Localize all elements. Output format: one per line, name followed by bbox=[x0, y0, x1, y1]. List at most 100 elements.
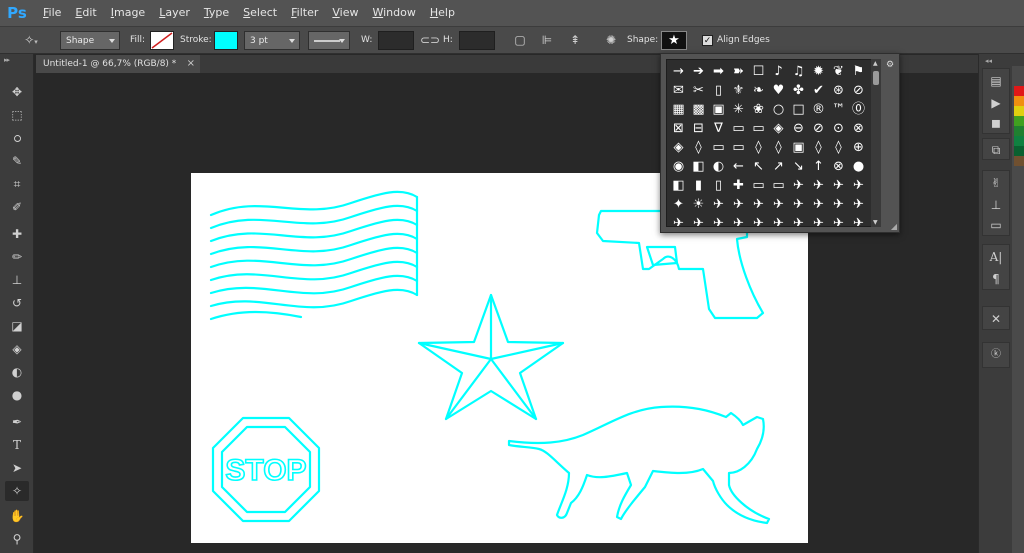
fill-swatch[interactable] bbox=[150, 31, 174, 50]
shape-picker-cell[interactable]: ⚑ bbox=[849, 62, 868, 81]
actions-play-icon[interactable]: ▶ bbox=[983, 93, 1009, 113]
shape-picker-cell[interactable]: ® bbox=[809, 100, 828, 119]
character-panel-icon[interactable]: A| bbox=[983, 247, 1009, 267]
menu-view[interactable]: View bbox=[325, 0, 365, 26]
shape-picker-cell[interactable]: ⓪ bbox=[849, 100, 868, 119]
shape-picker-cell[interactable]: ⊖ bbox=[789, 119, 808, 138]
width-field[interactable] bbox=[378, 31, 414, 50]
swatch-green[interactable] bbox=[1014, 116, 1024, 126]
shape-picker-cell[interactable]: ❦ bbox=[829, 62, 848, 81]
tool-preset-picker[interactable]: ✧▾ bbox=[18, 31, 44, 50]
height-field[interactable] bbox=[459, 31, 495, 50]
blur-tool-icon[interactable]: ◐ bbox=[5, 362, 29, 382]
eraser-tool-icon[interactable]: ◪ bbox=[5, 316, 29, 336]
collapse-icon[interactable]: ◂◂ bbox=[985, 57, 992, 65]
shape-picker-cell[interactable]: ◧ bbox=[689, 157, 708, 176]
shape-picker-cell[interactable]: ✈ bbox=[729, 214, 748, 226]
path-alignment-icon[interactable]: ⊫ bbox=[537, 31, 557, 50]
shape-picker-cell[interactable]: ✈ bbox=[749, 214, 768, 226]
shape-picker-cell[interactable]: ◈ bbox=[669, 138, 688, 157]
shape-picker-cell[interactable]: □ bbox=[789, 100, 808, 119]
shape-picker-cell[interactable]: ✈ bbox=[769, 214, 788, 226]
shape-picker-cell[interactable]: ↖ bbox=[749, 157, 768, 176]
path-arrangement-icon[interactable]: ⇞ bbox=[564, 31, 586, 50]
shape-picker-cell[interactable]: ✂ bbox=[689, 81, 708, 100]
shape-picker-cell[interactable]: ▭ bbox=[769, 176, 788, 195]
shape-picker-cell[interactable]: ∇ bbox=[709, 119, 728, 138]
shape-picker-cell[interactable]: ⊛ bbox=[829, 81, 848, 100]
shape-picker-cell[interactable]: ✈ bbox=[849, 214, 868, 226]
shape-picker-cell[interactable]: ✈ bbox=[829, 176, 848, 195]
color-panel-icon[interactable]: ◼ bbox=[983, 113, 1009, 133]
menu-window[interactable]: Window bbox=[365, 0, 422, 26]
shape-picker-cell[interactable]: ✈ bbox=[689, 214, 708, 226]
quick-selection-tool-icon[interactable]: ✎ bbox=[5, 151, 29, 171]
nautical-star-shape[interactable] bbox=[417, 293, 565, 421]
shape-picker-scrollbar[interactable]: ▲ ▼ bbox=[871, 59, 881, 227]
swatch-dark-green[interactable] bbox=[1014, 126, 1024, 136]
shape-picker-cell[interactable]: ⊘ bbox=[849, 81, 868, 100]
shape-picker-cell[interactable]: ▭ bbox=[729, 119, 748, 138]
shape-picker-cell[interactable]: ↘ bbox=[789, 157, 808, 176]
shape-picker-cell[interactable]: ✈ bbox=[849, 195, 868, 214]
kuler-panel-icon[interactable]: ⓚ bbox=[983, 345, 1009, 365]
shape-picker-cell[interactable]: ➔ bbox=[689, 62, 708, 81]
cat-shape[interactable] bbox=[507, 405, 771, 525]
hand-tool-icon[interactable]: ✋ bbox=[5, 506, 29, 526]
eyedropper-tool-icon[interactable]: ✐ bbox=[5, 197, 29, 217]
gear-icon[interactable]: ✺ bbox=[602, 31, 620, 50]
layers-panel-icon[interactable]: ⧉ bbox=[983, 140, 1009, 160]
shape-picker-cell[interactable]: ▯ bbox=[709, 81, 728, 100]
shape-picker-cell[interactable]: ◊ bbox=[769, 138, 788, 157]
menu-type[interactable]: Type bbox=[197, 0, 236, 26]
shape-picker-cell[interactable]: ○ bbox=[769, 100, 788, 119]
shape-picker-cell[interactable]: ✈ bbox=[849, 176, 868, 195]
shape-picker-cell[interactable]: ☐ bbox=[749, 62, 768, 81]
shape-picker-cell[interactable]: ✈ bbox=[829, 214, 848, 226]
shape-picker-cell[interactable]: ⊘ bbox=[809, 119, 828, 138]
paths-panel-icon[interactable]: ▭ bbox=[983, 215, 1009, 235]
shape-picker-cell[interactable]: ✉ bbox=[669, 81, 688, 100]
tool-mode-dropdown[interactable]: Shape bbox=[60, 31, 120, 50]
shape-picker-cell[interactable]: ✈ bbox=[709, 195, 728, 214]
dodge-tool-icon[interactable]: ● bbox=[5, 385, 29, 405]
shape-picker-cell[interactable]: ✈ bbox=[789, 214, 808, 226]
stroke-color-swatch[interactable] bbox=[214, 31, 238, 50]
shape-picker-cell[interactable]: ● bbox=[849, 157, 868, 176]
shape-picker-cell[interactable]: ⊠ bbox=[669, 119, 688, 138]
shape-picker-cell[interactable]: ♥ bbox=[769, 81, 788, 100]
shape-picker-cell[interactable]: ⊗ bbox=[829, 157, 848, 176]
path-selection-tool-icon[interactable]: ➤ bbox=[5, 458, 29, 478]
paint-bucket-tool-icon[interactable]: ◈ bbox=[5, 339, 29, 359]
tool-presets-icon[interactable]: ✕ bbox=[983, 309, 1009, 329]
scroll-thumb[interactable] bbox=[873, 71, 879, 85]
document-tab[interactable]: Untitled-1 @ 66,7% (RGB/8) * × bbox=[36, 55, 200, 73]
shape-picker-cell[interactable]: ➡ bbox=[709, 62, 728, 81]
shape-picker-cell[interactable]: ◧ bbox=[669, 176, 688, 195]
shape-picker-cell[interactable]: ▩ bbox=[689, 100, 708, 119]
shape-picker-cell[interactable]: ⊙ bbox=[829, 119, 848, 138]
flag-shape[interactable] bbox=[209, 190, 419, 321]
shape-picker-cell[interactable]: ✈ bbox=[789, 195, 808, 214]
pen-tool-icon[interactable]: ✒ bbox=[5, 412, 29, 432]
shape-picker-cell[interactable]: ⊟ bbox=[689, 119, 708, 138]
paragraph-panel-icon[interactable]: ¶ bbox=[983, 269, 1009, 289]
shape-picker-cell[interactable]: ◊ bbox=[749, 138, 768, 157]
shape-picker-cell[interactable]: ↗ bbox=[769, 157, 788, 176]
shape-picker-cell[interactable]: ❧ bbox=[749, 81, 768, 100]
move-tool-icon[interactable]: ✥ bbox=[5, 82, 29, 102]
shape-picker-cell[interactable]: ➽ bbox=[729, 62, 748, 81]
shape-picker-cell[interactable]: ⊕ bbox=[849, 138, 868, 157]
shape-picker-cell[interactable]: ◈ bbox=[769, 119, 788, 138]
shape-picker-cell[interactable]: ▭ bbox=[709, 138, 728, 157]
shape-picker-cell[interactable]: ✈ bbox=[829, 195, 848, 214]
menu-help[interactable]: Help bbox=[423, 0, 462, 26]
shape-picker-cell[interactable]: ◉ bbox=[669, 157, 688, 176]
shape-picker-cell[interactable]: ▣ bbox=[789, 138, 808, 157]
collapse-icon[interactable]: ▸▸ bbox=[4, 56, 10, 64]
shape-picker-cell[interactable]: ❀ bbox=[749, 100, 768, 119]
shape-picker-cell[interactable]: ✈ bbox=[809, 195, 828, 214]
clone-stamp-tool-icon[interactable]: ⊥ bbox=[5, 270, 29, 290]
shape-picker-cell[interactable]: ✈ bbox=[669, 214, 688, 226]
menu-layer[interactable]: Layer bbox=[152, 0, 197, 26]
